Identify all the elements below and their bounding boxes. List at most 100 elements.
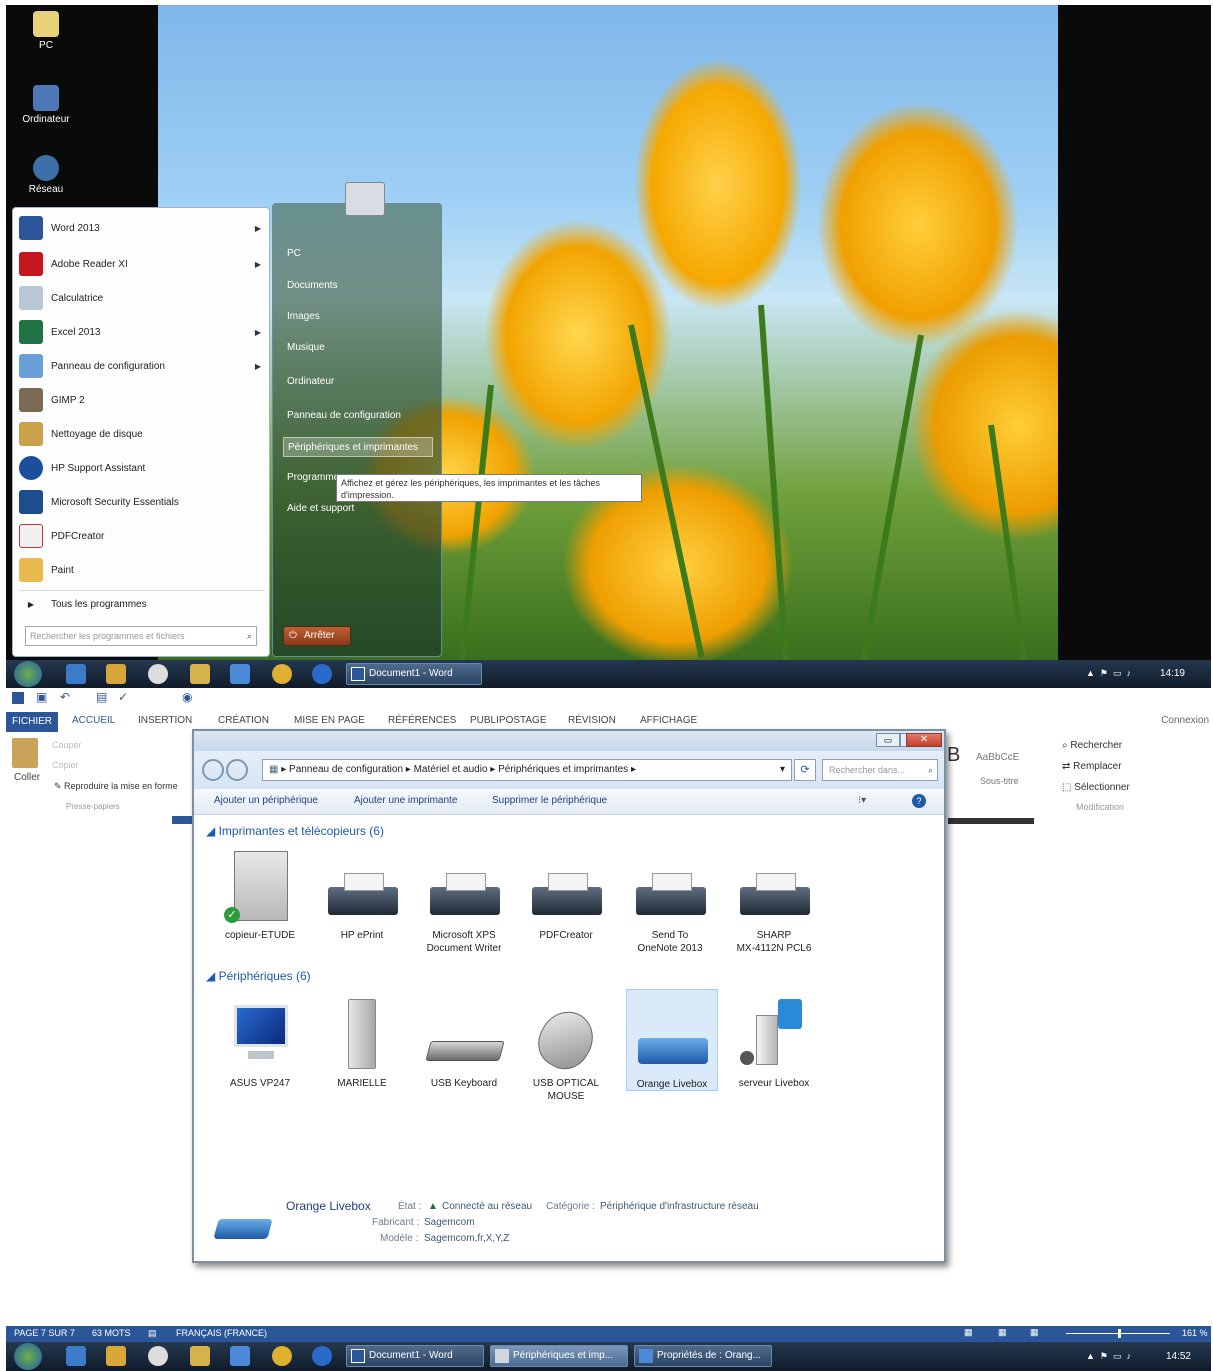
taskbar-word-button[interactable]: Document1 - Word: [346, 1345, 484, 1367]
tab-revision[interactable]: RÉVISION: [568, 715, 616, 726]
tab-creation[interactable]: CRÉATION: [218, 715, 269, 726]
add-device-button[interactable]: Ajouter un périphérique: [214, 795, 318, 806]
spelling-icon[interactable]: ✓: [118, 690, 128, 704]
view-options-button[interactable]: ⁝▾: [858, 795, 866, 806]
ie-pinned-icon[interactable]: [66, 1346, 86, 1366]
explorer-pinned-icon[interactable]: [106, 664, 126, 684]
tab-affichage[interactable]: AFFICHAGE: [640, 715, 697, 726]
start-item-security-essentials[interactable]: Microsoft Security Essentials: [19, 488, 265, 516]
start-orb-icon[interactable]: [14, 1343, 42, 1370]
copy-button[interactable]: Copier: [52, 760, 79, 770]
language[interactable]: FRANÇAIS (FRANCE): [176, 1328, 267, 1338]
media-pinned-icon[interactable]: [148, 664, 168, 684]
paste-button[interactable]: Coller: [14, 772, 40, 783]
format-painter-button[interactable]: ✎ Reproduire la mise en forme: [54, 781, 178, 792]
start-item-nettoyage-disque[interactable]: Nettoyage de disque: [19, 420, 265, 448]
start-place-peripheriques[interactable]: Périphériques et imprimantes: [283, 437, 433, 457]
desktop-icon-reseau[interactable]: Réseau: [16, 155, 76, 195]
folder-pinned-icon[interactable]: [190, 664, 210, 684]
proofing-icon[interactable]: ▤: [148, 1328, 157, 1339]
start-item-panneau-configuration[interactable]: Panneau de configuration ▶: [19, 352, 265, 380]
page-count[interactable]: PAGE 7 SUR 7: [14, 1328, 75, 1338]
start-place-panneau[interactable]: Panneau de configuration: [283, 406, 433, 426]
device-serveur-livebox[interactable]: serveur Livebox: [728, 997, 820, 1090]
start-place-aide[interactable]: Aide et support: [283, 499, 433, 519]
start-item-adobe-reader[interactable]: Adobe Reader XI ▶: [19, 250, 265, 278]
cut-button[interactable]: Couper: [52, 740, 82, 750]
start-item-hp-support[interactable]: HP Support Assistant: [19, 454, 265, 482]
start-all-programs[interactable]: ▶ Tous les programmes: [19, 590, 265, 618]
start-place-musique[interactable]: Musique: [283, 338, 433, 358]
tab-publipostage[interactable]: PUBLIPOSTAGE: [470, 715, 547, 726]
device-usb-optical-mouse[interactable]: USB OPTICAL MOUSE: [520, 997, 612, 1103]
device-pdfcreator[interactable]: PDFCreator: [520, 849, 612, 942]
shutdown-button[interactable]: ⏻ Arrêter: [283, 626, 351, 646]
tab-mise-en-page[interactable]: MISE EN PAGE: [294, 715, 365, 726]
back-button[interactable]: [202, 759, 224, 781]
start-item-calculatrice[interactable]: Calculatrice: [19, 284, 265, 312]
search-input[interactable]: Rechercher dans... ⌕: [822, 759, 938, 781]
folder-pinned-icon[interactable]: [190, 1346, 210, 1366]
undo-icon[interactable]: ↶: [60, 690, 70, 704]
clock[interactable]: 14:19: [1160, 668, 1185, 679]
tab-references[interactable]: RÉFÉRENCES: [388, 715, 456, 726]
device-copieur-etude[interactable]: ✓ copieur-ETUDE: [214, 849, 306, 942]
desktop-icon-pc[interactable]: PC: [16, 11, 76, 51]
ie-pinned-icon[interactable]: [66, 664, 86, 684]
style-sample[interactable]: AaBbCcE: [976, 752, 1019, 763]
zoom-level[interactable]: 161 %: [1182, 1328, 1208, 1338]
breadcrumb-item[interactable]: Panneau de configuration: [289, 764, 403, 775]
breadcrumb-item[interactable]: Périphériques et imprimantes: [498, 764, 628, 775]
save-icon[interactable]: ▣: [36, 690, 47, 704]
breadcrumb-item[interactable]: Matériel et audio: [414, 764, 488, 775]
read-mode-icon[interactable]: ▦: [964, 1327, 973, 1338]
globe-icon[interactable]: ◉: [182, 690, 192, 704]
close-button[interactable]: ✕: [906, 733, 942, 747]
ie-icon[interactable]: [230, 1346, 250, 1366]
device-send-to-onenote[interactable]: Send To OneNote 2013: [624, 849, 716, 955]
print-icon[interactable]: ▤: [96, 690, 107, 704]
skype-icon[interactable]: [312, 664, 332, 684]
start-place-programmes[interactable]: Programmes: [283, 468, 341, 488]
taskbar-devices-button[interactable]: Périphériques et imp...: [490, 1345, 628, 1367]
word-count[interactable]: 63 MOTS: [92, 1328, 131, 1338]
device-microsoft-xps[interactable]: Microsoft XPS Document Writer: [418, 849, 510, 955]
style-subtitle[interactable]: Sous-titre: [980, 776, 1019, 786]
device-usb-keyboard[interactable]: USB Keyboard: [418, 997, 510, 1090]
remove-device-button[interactable]: Supprimer le périphérique: [492, 795, 607, 806]
skype-icon[interactable]: [312, 1346, 332, 1366]
start-orb-icon[interactable]: [14, 661, 42, 687]
minimize-button[interactable]: ▭: [876, 733, 900, 747]
connexion-link[interactable]: Connexion: [1161, 715, 1209, 726]
tray-icons[interactable]: ▲ ⚑ ▭ ♪: [1086, 1351, 1131, 1362]
ie-icon[interactable]: [230, 664, 250, 684]
start-place-ordinateur[interactable]: Ordinateur: [283, 372, 433, 392]
select-button[interactable]: ⬚ Sélectionner: [1062, 782, 1130, 793]
zoom-thumb[interactable]: [1118, 1329, 1121, 1338]
start-search-input[interactable]: Rechercher les programmes et fichiers ⌕: [25, 626, 257, 646]
replace-button[interactable]: ⇄ Remplacer: [1062, 761, 1122, 772]
forward-button[interactable]: [226, 759, 248, 781]
device-sharp[interactable]: SHARP MX-4112N PCL6: [728, 849, 820, 955]
device-marielle[interactable]: MARIELLE: [316, 997, 408, 1090]
help-icon[interactable]: ?: [912, 794, 926, 808]
desktop-icon-ordinateur[interactable]: Ordinateur: [16, 85, 76, 125]
taskbar-word-button[interactable]: Document1 - Word: [346, 663, 482, 685]
paste-icon[interactable]: [12, 738, 38, 768]
tab-accueil[interactable]: ACCUEIL: [72, 715, 115, 726]
clock[interactable]: 14:52: [1166, 1351, 1191, 1362]
start-item-pdfcreator[interactable]: PDFCreator: [19, 522, 265, 550]
taskbar-properties-button[interactable]: Propriétés de : Orang...: [634, 1345, 772, 1367]
start-item-gimp[interactable]: GIMP 2: [19, 386, 265, 414]
explorer-pinned-icon[interactable]: [106, 1346, 126, 1366]
chrome-icon[interactable]: [272, 664, 292, 684]
chrome-icon[interactable]: [272, 1346, 292, 1366]
start-item-paint[interactable]: Paint: [19, 556, 265, 584]
media-pinned-icon[interactable]: [148, 1346, 168, 1366]
refresh-button[interactable]: ⟳: [794, 759, 816, 781]
web-layout-icon[interactable]: ▦: [1030, 1327, 1039, 1338]
start-item-word[interactable]: Word 2013 ▶: [19, 214, 265, 242]
tab-fichier[interactable]: FICHIER: [6, 712, 58, 732]
start-place-pc[interactable]: PC: [283, 244, 433, 264]
start-item-excel[interactable]: Excel 2013 ▶: [19, 318, 265, 346]
